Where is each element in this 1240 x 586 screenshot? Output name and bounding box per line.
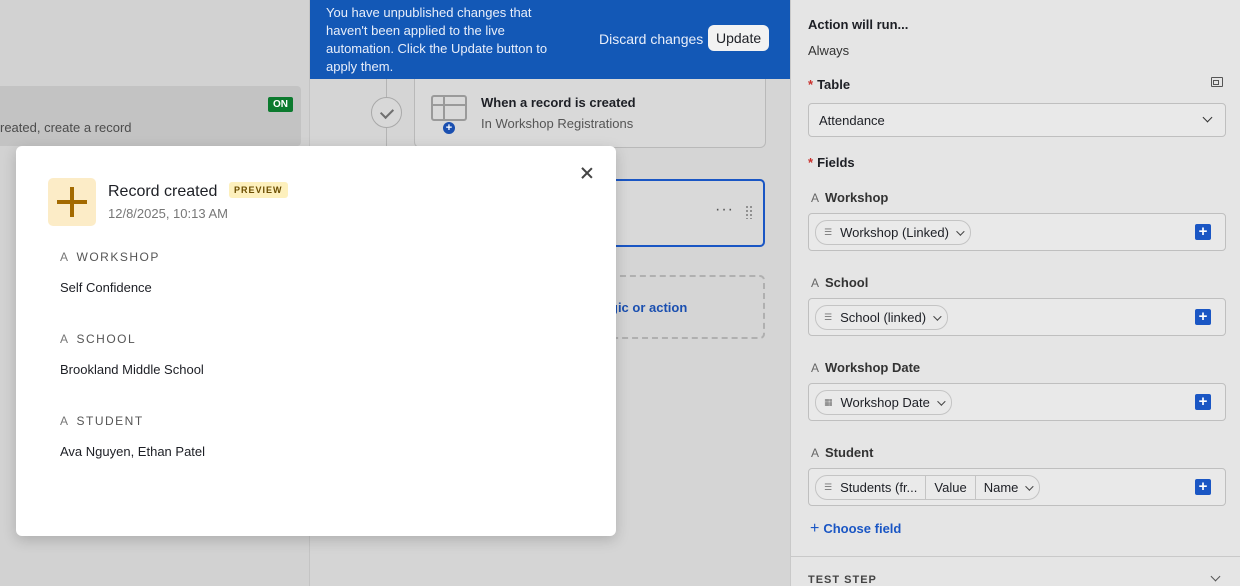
- text-field-icon: A: [60, 414, 70, 428]
- automation-list-item[interactable]: ON reated, create a record: [0, 86, 301, 146]
- plus-icon: +: [810, 520, 820, 537]
- close-icon[interactable]: [579, 165, 595, 181]
- field-token-pill[interactable]: ☰ Workshop (Linked): [815, 220, 971, 245]
- add-token-button[interactable]: +: [1195, 479, 1211, 495]
- plus-circle-icon: +: [443, 122, 455, 134]
- field-label-workshop: A Workshop: [811, 190, 889, 205]
- linked-field-icon: ☰: [824, 312, 833, 322]
- banner-message: You have unpublished changes that haven'…: [326, 5, 548, 74]
- field-label-school: A School: [811, 275, 869, 290]
- text-field-icon: A: [811, 361, 820, 375]
- chevron-down-icon: [937, 396, 946, 406]
- status-badge: ON: [268, 97, 293, 112]
- preview-badge: PREVIEW: [229, 182, 288, 198]
- field-token-pill[interactable]: ▦ Workshop Date: [815, 390, 952, 415]
- chevron-down-icon: [1025, 481, 1035, 491]
- text-field-icon: A: [60, 332, 70, 346]
- add-logic-or-action-button[interactable]: gic or action: [610, 275, 765, 339]
- action-card-selected[interactable]: ···: [610, 179, 765, 247]
- modal-field-value-workshop: Self Confidence: [60, 280, 152, 295]
- text-field-icon: A: [811, 276, 820, 290]
- table-select-value: Attendance: [819, 113, 885, 128]
- calendar-icon: ▦: [824, 397, 833, 407]
- field-label-workshop-date: A Workshop Date: [811, 360, 921, 375]
- add-token-button[interactable]: +: [1195, 224, 1211, 240]
- trigger-subtitle: In Workshop Registrations: [481, 116, 634, 131]
- chevron-down-icon: [956, 226, 965, 236]
- more-options-icon[interactable]: ···: [715, 201, 734, 219]
- field-input-school[interactable]: ☰ School (linked) +: [808, 298, 1226, 336]
- add-step-label: gic or action: [610, 300, 688, 315]
- chevron-down-icon: [1202, 112, 1213, 123]
- expand-icon[interactable]: [1211, 77, 1223, 87]
- field-label-student: A Student: [811, 445, 874, 460]
- plus-icon: [48, 178, 96, 226]
- check-icon: [371, 97, 402, 128]
- trigger-title: When a record is created: [481, 95, 636, 110]
- action-runs-label: Action will run...: [808, 17, 909, 32]
- add-token-button[interactable]: +: [1195, 394, 1211, 410]
- update-button[interactable]: Update: [708, 25, 770, 51]
- field-input-workshop[interactable]: ☰ Workshop (Linked) +: [808, 213, 1226, 251]
- test-step-section[interactable]: TEST STEP: [791, 556, 1240, 586]
- modal-field-label-school: A SCHOOL: [60, 332, 137, 346]
- token-segment-value[interactable]: Value: [925, 475, 974, 500]
- action-runs-value: Always: [808, 43, 850, 58]
- configuration-panel: Action will run... Always * Table Attenda…: [790, 0, 1240, 586]
- modal-field-label-student: A STUDENT: [60, 414, 144, 428]
- table-select[interactable]: Attendance: [808, 103, 1226, 137]
- add-token-button[interactable]: +: [1195, 309, 1211, 325]
- modal-field-label-workshop: A WORKSHOP: [60, 250, 160, 264]
- field-token-pill[interactable]: ☰ School (linked): [815, 305, 949, 330]
- drag-handle-icon[interactable]: [745, 205, 753, 219]
- field-input-workshop-date[interactable]: ▦ Workshop Date +: [808, 383, 1226, 421]
- record-preview-modal: Record created PREVIEW 12/8/2025, 10:13 …: [16, 146, 616, 536]
- linked-field-icon: ☰: [824, 227, 833, 237]
- text-field-icon: A: [811, 446, 820, 460]
- modal-title: Record created: [108, 183, 218, 200]
- text-field-icon: A: [60, 250, 70, 264]
- modal-field-value-student: Ava Nguyen, Ethan Patel: [60, 444, 206, 459]
- text-field-icon: A: [811, 191, 820, 205]
- token-segment-name[interactable]: Name: [974, 475, 1040, 500]
- unpublished-changes-banner: You have unpublished changes that haven'…: [310, 0, 790, 79]
- modal-timestamp: 12/8/2025, 10:13 AM: [108, 206, 228, 221]
- test-step-label: TEST STEP: [808, 574, 877, 586]
- chevron-down-icon: [933, 311, 942, 321]
- field-token-pill[interactable]: ☰ Students (fr... Value Name: [815, 475, 1041, 500]
- table-icon: [431, 95, 467, 121]
- table-label: * Table: [808, 77, 851, 92]
- field-input-student[interactable]: ☰ Students (fr... Value Name +: [808, 468, 1226, 506]
- lookup-field-icon: ☰: [824, 482, 833, 492]
- discard-changes-button[interactable]: Discard changes: [599, 31, 703, 47]
- fields-label: * Fields: [808, 155, 855, 170]
- modal-field-value-school: Brookland Middle School: [60, 362, 204, 377]
- chevron-down-icon: [1210, 571, 1221, 582]
- choose-field-button[interactable]: + Choose field: [810, 520, 901, 538]
- automation-description: reated, create a record: [0, 120, 132, 135]
- trigger-card[interactable]: + When a record is created In Workshop R…: [414, 79, 766, 148]
